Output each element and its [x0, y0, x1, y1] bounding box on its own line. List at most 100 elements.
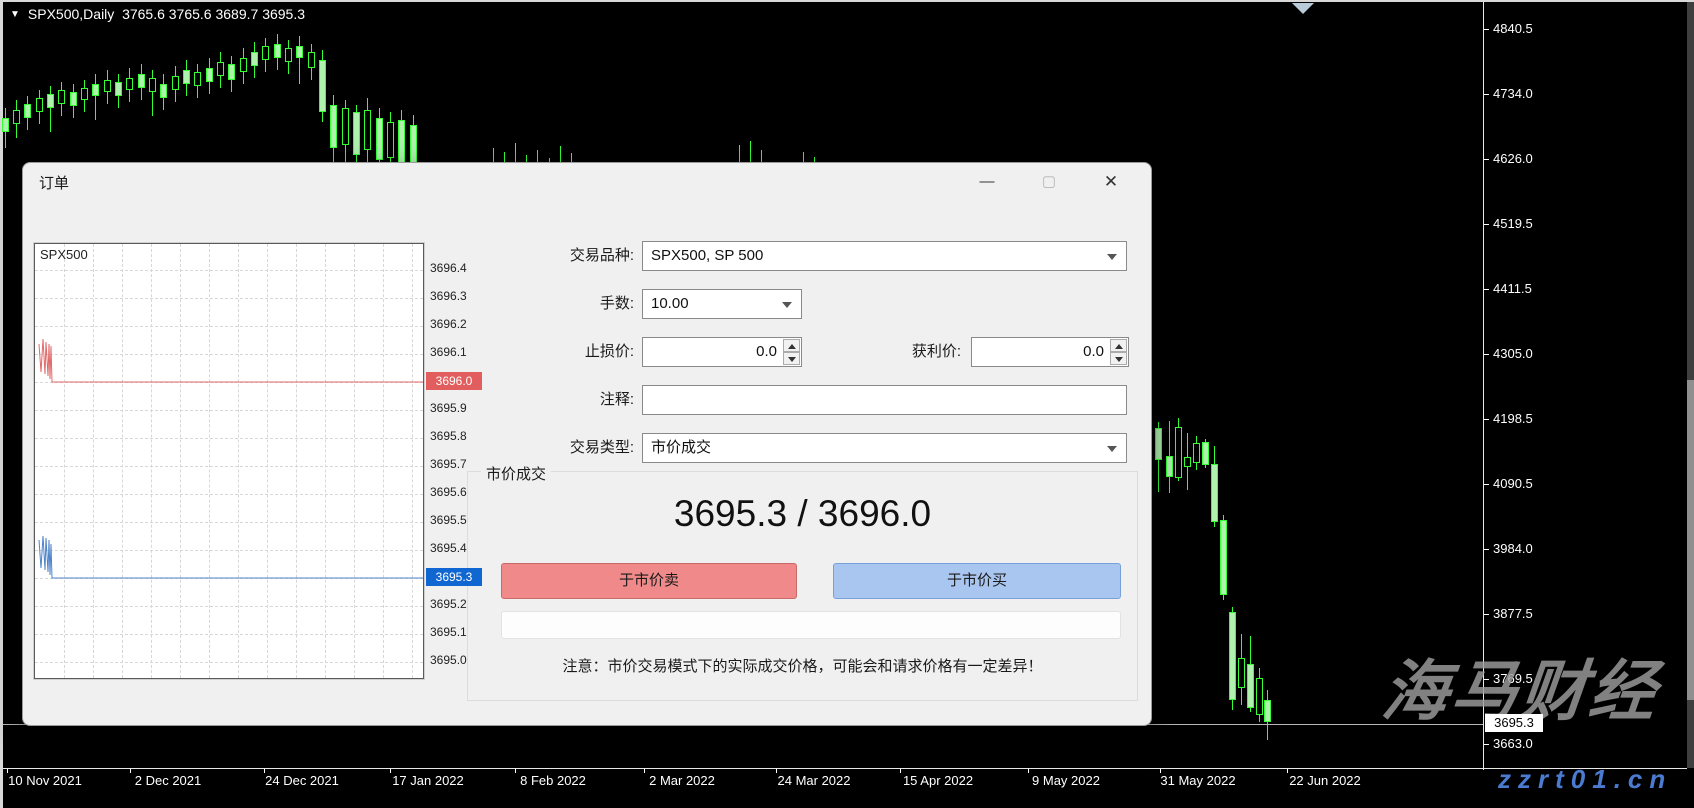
candle-body [1184, 457, 1191, 467]
takeprofit-input[interactable]: 0.0 [971, 337, 1129, 367]
price-axis-tick [1484, 289, 1489, 290]
symbol-field-label: 交易品种: [484, 241, 634, 271]
price-axis-tick [1484, 419, 1489, 420]
spin-up-icon[interactable] [783, 339, 800, 352]
candle-body [172, 76, 179, 90]
trade-type-select[interactable]: 市价成交 [642, 433, 1127, 463]
price-axis-tick [1484, 614, 1489, 615]
price-axis-label: 3984.0 [1493, 541, 1563, 556]
candle-body [183, 70, 190, 84]
minimize-button[interactable]: — [965, 167, 1009, 197]
candle-body [228, 64, 235, 80]
candle-body [1175, 427, 1182, 478]
candle-body [13, 110, 20, 124]
date-axis-tick [900, 769, 901, 773]
stoploss-input[interactable]: 0.0 [642, 337, 802, 367]
tick-chart-symbol: SPX500 [40, 247, 88, 262]
symbol-select[interactable]: SPX500, SP 500 [642, 241, 1127, 271]
volume-combobox[interactable]: 10.00 [642, 289, 802, 319]
tick-scale-label: 3695.8 [430, 429, 482, 445]
tick-chart: SPX500 [34, 243, 424, 679]
price-axis-label: 4519.5 [1493, 216, 1563, 231]
candle-body [296, 46, 303, 58]
stoploss-spinner[interactable] [783, 339, 800, 365]
candle-body [1220, 520, 1227, 595]
candle-wick [50, 86, 51, 132]
price-axis-tick [1484, 29, 1489, 30]
maximize-button[interactable]: ▢ [1027, 167, 1071, 197]
price-axis-label: 3877.5 [1493, 606, 1563, 621]
candle-body [138, 74, 145, 88]
date-axis-label: 8 Feb 2022 [498, 773, 608, 788]
candle-body [194, 72, 201, 86]
candle-body [58, 90, 65, 104]
date-axis-label: 24 Mar 2022 [759, 773, 869, 788]
candle-body [70, 92, 77, 106]
candle-body [398, 120, 405, 165]
date-axis-tick [1287, 769, 1288, 773]
mt-terminal-window: ▼ SPX500,Daily 3765.6 3765.6 3689.7 3695.… [0, 0, 1694, 808]
comment-input[interactable] [642, 385, 1127, 415]
chart-scrollbar[interactable] [1687, 2, 1694, 768]
date-axis-label: 22 Jun 2022 [1270, 773, 1380, 788]
chart-caret-icon: ▼ [10, 9, 20, 20]
symbol-select-value: SPX500, SP 500 [651, 247, 763, 264]
date-axis-separator [3, 768, 1687, 769]
date-axis-tick [130, 769, 131, 773]
date-axis-tick [515, 769, 516, 773]
date-axis-tick [1160, 769, 1161, 773]
candle-body [206, 68, 213, 82]
candle-body [1166, 456, 1173, 477]
candle-body [1256, 678, 1263, 715]
chart-ohlc-text: SPX500,Daily 3765.6 3765.6 3689.7 3695.3 [28, 6, 305, 22]
price-axis-label: 4198.5 [1493, 411, 1563, 426]
date-axis-tick [776, 769, 777, 773]
tick-chart-lines [35, 244, 423, 678]
date-axis-tick [7, 769, 8, 773]
date-axis-tick [644, 769, 645, 773]
market-execution-legend: 市价成交 [481, 463, 551, 484]
order-dialog: 订单 — ▢ ✕ SPX500 3696.43696.33696.23696.1… [22, 162, 1152, 726]
candle-body [274, 44, 281, 58]
candle-body [285, 48, 292, 62]
price-axis-tick [1484, 224, 1489, 225]
date-axis-label: 24 Dec 2021 [247, 773, 357, 788]
bid-price-flag: 3695.3 [426, 568, 482, 586]
spin-up-icon[interactable] [1110, 339, 1127, 352]
price-axis-tick [1484, 94, 1489, 95]
execution-info-strip [501, 611, 1121, 639]
candle-body [115, 82, 122, 96]
spin-down-icon[interactable] [1110, 352, 1127, 365]
buy-by-market-button[interactable]: 于市价买 [833, 563, 1121, 599]
execution-note: 注意：市价交易模式下的实际成交价格，可能会和请求价格有一定差异！ [467, 655, 1138, 676]
sell-by-market-button[interactable]: 于市价卖 [501, 563, 797, 599]
ask-price-flag: 3696.0 [426, 372, 482, 390]
chart-ohlc-header: ▼ SPX500,Daily 3765.6 3765.6 3689.7 3695.… [10, 6, 305, 22]
candle-wick [299, 36, 300, 84]
candle-body [342, 108, 349, 145]
date-axis-label: 2 Dec 2021 [113, 773, 223, 788]
close-button[interactable]: ✕ [1089, 167, 1133, 197]
candle-body [262, 46, 269, 60]
candle-body [47, 94, 54, 108]
comment-field-label: 注释: [484, 385, 634, 415]
scroll-position-marker-icon[interactable] [1292, 3, 1314, 14]
candle-body [1229, 612, 1236, 700]
current-bid-price-tag: 3695.3 [1485, 714, 1543, 732]
date-axis-label: 9 May 2022 [1011, 773, 1121, 788]
candle-body [319, 60, 326, 112]
spin-down-icon[interactable] [783, 352, 800, 365]
price-axis-label: 3663.0 [1493, 736, 1563, 751]
stoploss-field-label: 止损价: [484, 337, 634, 367]
date-axis-label: 31 May 2022 [1143, 773, 1253, 788]
price-axis-tick [1484, 159, 1489, 160]
chart-scrollbar-thumb[interactable] [1687, 380, 1694, 700]
bid-line [39, 536, 423, 578]
candle-body [330, 105, 337, 148]
takeprofit-spinner[interactable] [1110, 339, 1127, 365]
candle-body [1264, 700, 1271, 722]
date-axis-tick [1028, 769, 1029, 773]
date-axis-label: 2 Mar 2022 [627, 773, 737, 788]
chevron-down-icon [782, 302, 792, 308]
price-axis-tick [1484, 549, 1489, 550]
